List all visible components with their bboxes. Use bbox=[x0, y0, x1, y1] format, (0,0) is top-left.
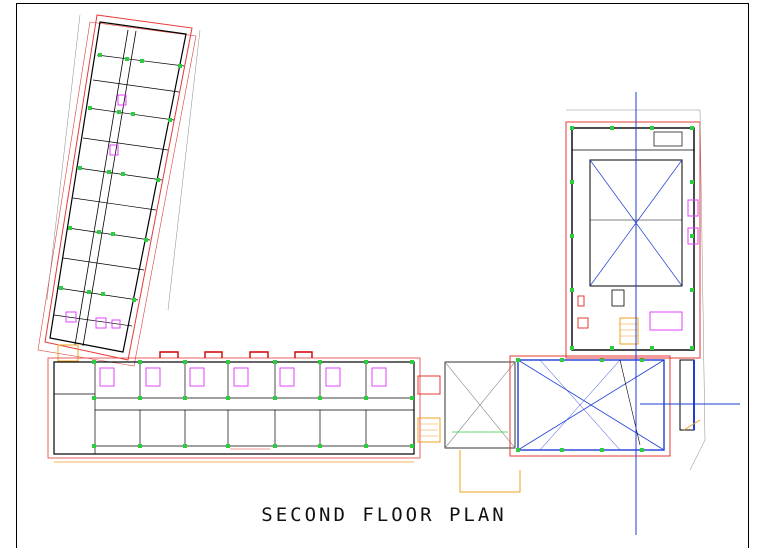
balconies bbox=[159, 351, 313, 358]
south-wing-fixtures bbox=[99, 367, 387, 387]
west-wing bbox=[37, 14, 201, 367]
axis-lines bbox=[635, 92, 740, 535]
west-wing-fixtures bbox=[65, 94, 127, 329]
atrium bbox=[444, 361, 521, 493]
east-stair bbox=[619, 317, 639, 345]
east-block-fixtures bbox=[649, 199, 699, 331]
south-wing bbox=[47, 351, 441, 463]
drawing-title: SECOND FLOOR PLAN bbox=[261, 504, 507, 526]
east-hall bbox=[509, 355, 671, 457]
floor-plan-drawing bbox=[37, 14, 740, 535]
